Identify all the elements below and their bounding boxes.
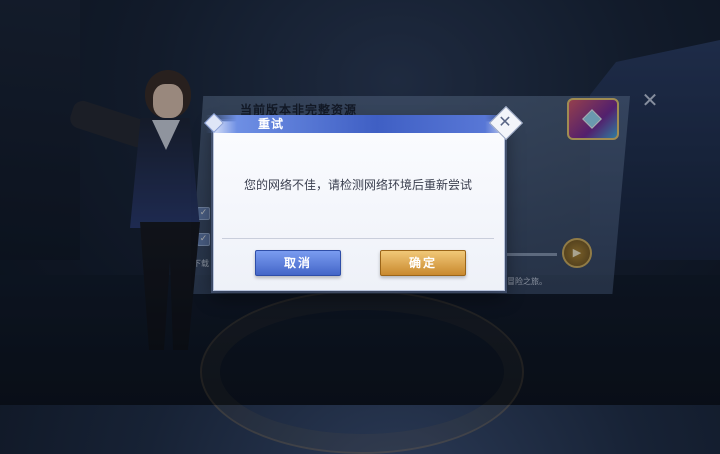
- cancel-button[interactable]: 取消: [255, 250, 341, 276]
- dialog-message: 您的网络不佳，请检测网络环境后重新尝试: [243, 178, 472, 192]
- dialog-close-icon[interactable]: ✕: [494, 111, 516, 133]
- confirm-button[interactable]: 确定: [380, 250, 466, 276]
- dialog-title: 重试: [258, 117, 285, 131]
- dialog-divider: [222, 238, 494, 239]
- dialog-title-bar: [206, 115, 516, 133]
